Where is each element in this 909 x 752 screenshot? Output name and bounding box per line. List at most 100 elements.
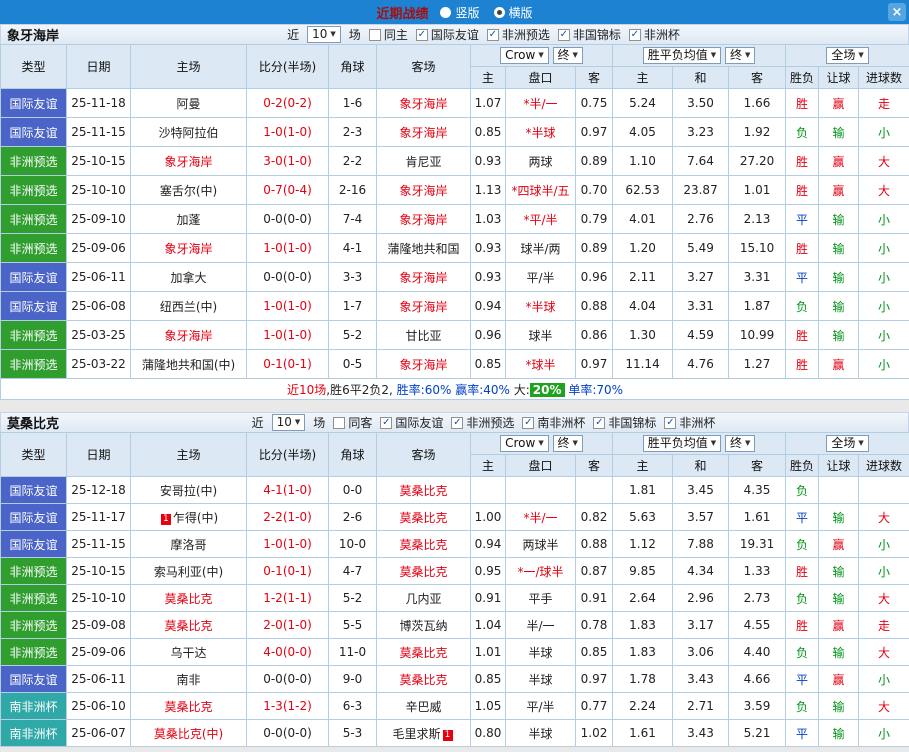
col-europe-draw: 和 (673, 455, 729, 477)
europe-avg-select[interactable]: 胜平负均值▼ (643, 47, 721, 64)
col-winloss-result: 胜负 (786, 455, 819, 477)
corner-cell: 1-6 (329, 89, 377, 118)
layout-radio[interactable]: 竖版 (440, 4, 479, 21)
goals-result-cell: 小 (859, 558, 909, 585)
match-type-badge: 国际友谊 (1, 531, 67, 558)
europe-odds-group-header: 胜平负均值▼ 终▼ (613, 45, 786, 67)
filter-checkbox[interactable]: ✓非洲杯 (629, 26, 680, 43)
avg-away-odds-cell: 15.10 (729, 234, 786, 263)
away-team-cell: 象牙海岸 (377, 263, 471, 292)
col-score: 比分(半场) (247, 433, 329, 477)
goals-result-cell: 大 (859, 147, 909, 176)
asian-away-odds-cell: 1.02 (576, 720, 613, 747)
handicap-result-cell: 输 (819, 205, 859, 234)
corner-cell: 4-1 (329, 234, 377, 263)
home-team-name: 加蓬 (176, 213, 200, 227)
asian-final-select[interactable]: 终▼ (553, 435, 583, 452)
handicap-cell: 两球 (506, 147, 576, 176)
handicap-result-cell: 输 (819, 118, 859, 147)
layout-radio[interactable]: 横版 (494, 4, 533, 21)
scope-select[interactable]: 全场▼ (826, 47, 868, 64)
match-type-badge: 非洲预选 (1, 350, 67, 379)
away-team-name: 蒲隆地共和国 (387, 242, 459, 256)
away-team-cell: 毛里求斯1 (377, 720, 471, 747)
filter-checkbox[interactable]: ✓非国锦标 (558, 26, 621, 43)
filter-checkbox[interactable]: 同客 (333, 414, 372, 431)
team-title: 莫桑比克 (7, 413, 59, 432)
home-team-cell: 象牙海岸 (131, 234, 247, 263)
asian-away-odds-cell: 0.85 (576, 639, 613, 666)
match-row: 非洲预选25-03-22蒲隆地共和国(中)0-1(0-1)0-5象牙海岸0.85… (1, 350, 909, 379)
europe-final-select-value: 终 (730, 49, 742, 62)
handicap-cell: 平/半 (506, 263, 576, 292)
avg-away-odds-cell: 4.66 (729, 666, 786, 693)
winloss-result-cell: 平 (786, 205, 819, 234)
corner-cell: 2-2 (329, 147, 377, 176)
summary-part: 单率:70% (565, 383, 624, 397)
corner-cell: 2-3 (329, 118, 377, 147)
col-type: 类型 (1, 45, 67, 89)
winloss-result-cell: 胜 (786, 558, 819, 585)
avg-away-odds-cell: 1.66 (729, 89, 786, 118)
radio-icon (494, 7, 505, 18)
match-row: 国际友谊25-11-15摩洛哥1-0(1-0)10-0莫桑比克0.94两球半0.… (1, 531, 909, 558)
filter-checkbox[interactable]: 同主 (369, 26, 408, 43)
away-team-name: 博茨瓦纳 (399, 619, 447, 633)
avg-away-odds-cell: 1.33 (729, 558, 786, 585)
corner-cell: 6-3 (329, 693, 377, 720)
match-count-select[interactable]: 10▼ (307, 26, 341, 43)
match-count-select[interactable]: 10▼ (272, 414, 306, 431)
europe-avg-select-value: 胜平负均值 (648, 49, 708, 62)
chevron-down-icon: ▼ (711, 437, 716, 450)
avg-away-odds-cell: 1.61 (729, 504, 786, 531)
date-cell: 25-10-15 (67, 147, 131, 176)
asian-home-odds-cell: 1.00 (471, 504, 506, 531)
filter-checkbox[interactable]: ✓非洲杯 (664, 414, 715, 431)
handicap-cell: 平手 (506, 585, 576, 612)
asian-away-odds-cell: 0.75 (576, 89, 613, 118)
close-button[interactable]: × (888, 3, 906, 21)
goals-result-cell: 大 (859, 585, 909, 612)
filter-checkbox[interactable]: ✓非国锦标 (593, 414, 656, 431)
europe-final-select[interactable]: 终▼ (725, 47, 755, 64)
scope-select[interactable]: 全场▼ (826, 435, 868, 452)
away-team-name: 象牙海岸 (399, 358, 447, 372)
score-cell: 0-2(0-2) (247, 89, 329, 118)
filter-checkbox[interactable]: ✓非洲预选 (451, 414, 514, 431)
date-cell: 25-12-18 (67, 477, 131, 504)
handicap-result-cell: 输 (819, 558, 859, 585)
winloss-result-cell: 胜 (786, 612, 819, 639)
sections-container: 象牙海岸 近10▼场同主✓国际友谊✓非洲预选✓非国锦标✓非洲杯 类型 日期 主场… (0, 24, 909, 747)
corner-cell: 2-16 (329, 176, 377, 205)
europe-avg-select[interactable]: 胜平负均值▼ (643, 435, 721, 452)
radio-icon (440, 7, 451, 18)
filter-checkbox-label: 南非洲杯 (537, 414, 585, 431)
europe-final-select[interactable]: 终▼ (725, 435, 755, 452)
asian-away-odds-cell: 0.89 (576, 147, 613, 176)
handicap-cell: 两球半 (506, 531, 576, 558)
match-row: 国际友谊25-06-11南非0-0(0-0)9-0莫桑比克0.85半球0.971… (1, 666, 909, 693)
filter-checkbox[interactable]: ✓南非洲杯 (522, 414, 585, 431)
bookmaker-select[interactable]: Crow▼ (500, 435, 549, 452)
filter-checkbox-label: 非洲预选 (502, 26, 550, 43)
bookmaker-select[interactable]: Crow▼ (500, 47, 549, 64)
matches-table: 类型 日期 主场 比分(半场) 角球 客场 Crow▼ 终▼ 胜平负均值▼ 终▼ (0, 432, 909, 747)
asian-away-odds-cell: 0.88 (576, 531, 613, 558)
europe-avg-select-value: 胜平负均值 (648, 437, 708, 450)
filter-checkbox[interactable]: ✓非洲预选 (487, 26, 550, 43)
chevron-down-icon: ▼ (573, 437, 578, 450)
checkbox-icon: ✓ (380, 417, 392, 429)
filter-checkbox[interactable]: ✓国际友谊 (380, 414, 443, 431)
date-cell: 25-10-10 (67, 176, 131, 205)
view-radios: 竖版横版 (440, 4, 532, 21)
match-type-badge: 国际友谊 (1, 666, 67, 693)
col-away: 客场 (377, 45, 471, 89)
asian-away-odds-cell: 0.79 (576, 205, 613, 234)
bookmaker-select-value: Crow (505, 49, 535, 62)
asian-home-odds-cell: 1.04 (471, 612, 506, 639)
score-cell: 1-2(1-1) (247, 585, 329, 612)
asian-final-select[interactable]: 终▼ (553, 47, 583, 64)
red-card-badge: 1 (161, 514, 171, 525)
filter-checkbox[interactable]: ✓国际友谊 (416, 26, 479, 43)
col-date: 日期 (67, 45, 131, 89)
